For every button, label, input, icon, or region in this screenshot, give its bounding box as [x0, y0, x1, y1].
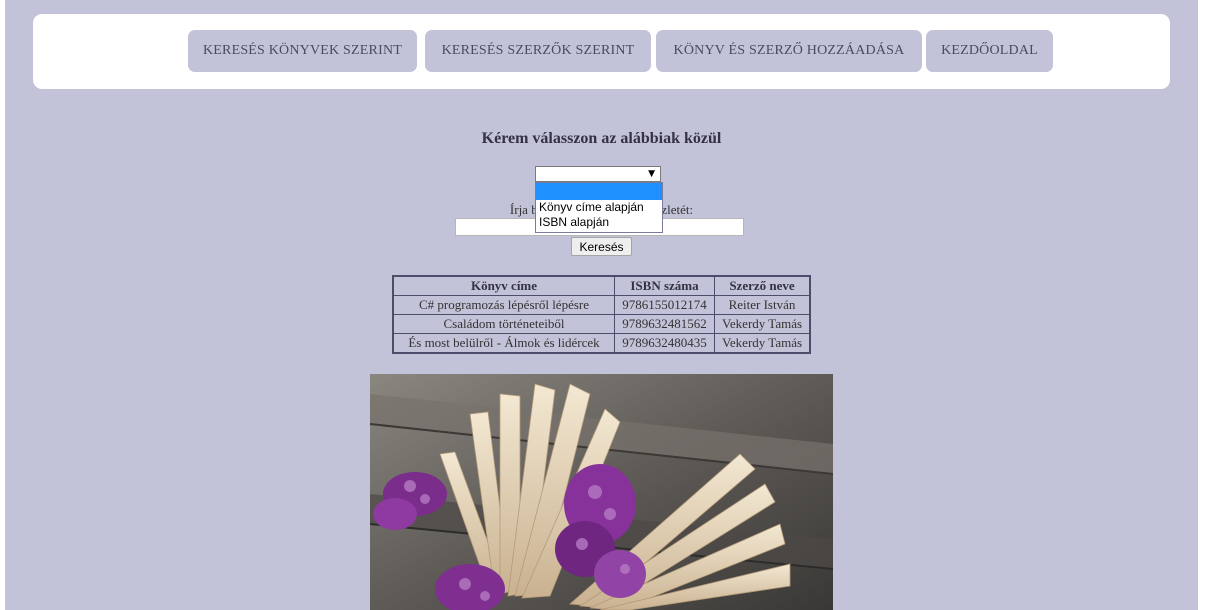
table-row: Családom történeteiből 9789632481562 Vek… [392, 314, 811, 334]
page-heading: Kérem válasszon az alábbiak közül [481, 130, 722, 147]
cell-title: C# programozás lépésről lépésre [392, 295, 615, 315]
dropdown-arrow-icon: ▼ [648, 169, 655, 179]
page-background: KERESÉS KÖNYVEK SZERINT KERESÉS SZERZŐK … [5, 0, 1198, 610]
option-empty[interactable] [536, 183, 662, 200]
table-row: És most belülről - Álmok és lidércek 978… [392, 333, 811, 354]
cell-isbn: 9789632480435 [614, 333, 715, 354]
nav-add-book-author-button[interactable]: KÖNYV ÉS SZERZŐ HOZZÁADÁSA [656, 30, 922, 72]
cell-author: Reiter István [714, 295, 811, 315]
nav-search-books-button[interactable]: KERESÉS KÖNYVEK SZERINT [188, 30, 417, 72]
cell-isbn: 9786155012174 [614, 295, 715, 315]
cell-author: Vekerdy Tamás [714, 333, 811, 354]
cell-title: És most belülről - Álmok és lidércek [392, 333, 615, 354]
nav-home-button[interactable]: KEZDŐOLDAL [926, 30, 1053, 72]
table-header-row: Könyv címe ISBN száma Szerző neve [392, 275, 811, 296]
cell-author: Vekerdy Tamás [714, 314, 811, 334]
table-row: C# programozás lépésről lépésre 97861550… [392, 295, 811, 315]
books-table: Könyv címe ISBN száma Szerző neve C# pro… [392, 275, 811, 354]
header-book-title: Könyv címe [392, 275, 615, 296]
top-navigation: KERESÉS KÖNYVEK SZERINT KERESÉS SZERZŐK … [33, 14, 1170, 89]
header-author: Szerző neve [714, 275, 811, 296]
book-flowers-photo [370, 374, 833, 610]
nav-search-authors-button[interactable]: KERESÉS SZERZŐK SZERINT [425, 30, 651, 72]
search-button[interactable]: Keresés [571, 237, 632, 256]
search-type-options: Könyv címe alapján ISBN alapján [535, 182, 663, 233]
option-isbn[interactable]: ISBN alapján [536, 215, 662, 230]
option-book-title[interactable]: Könyv címe alapján [536, 200, 662, 215]
cell-isbn: 9789632481562 [614, 314, 715, 334]
search-type-select[interactable]: ▼ [535, 166, 661, 182]
header-isbn: ISBN száma [614, 275, 715, 296]
cell-title: Családom történeteiből [392, 314, 615, 334]
